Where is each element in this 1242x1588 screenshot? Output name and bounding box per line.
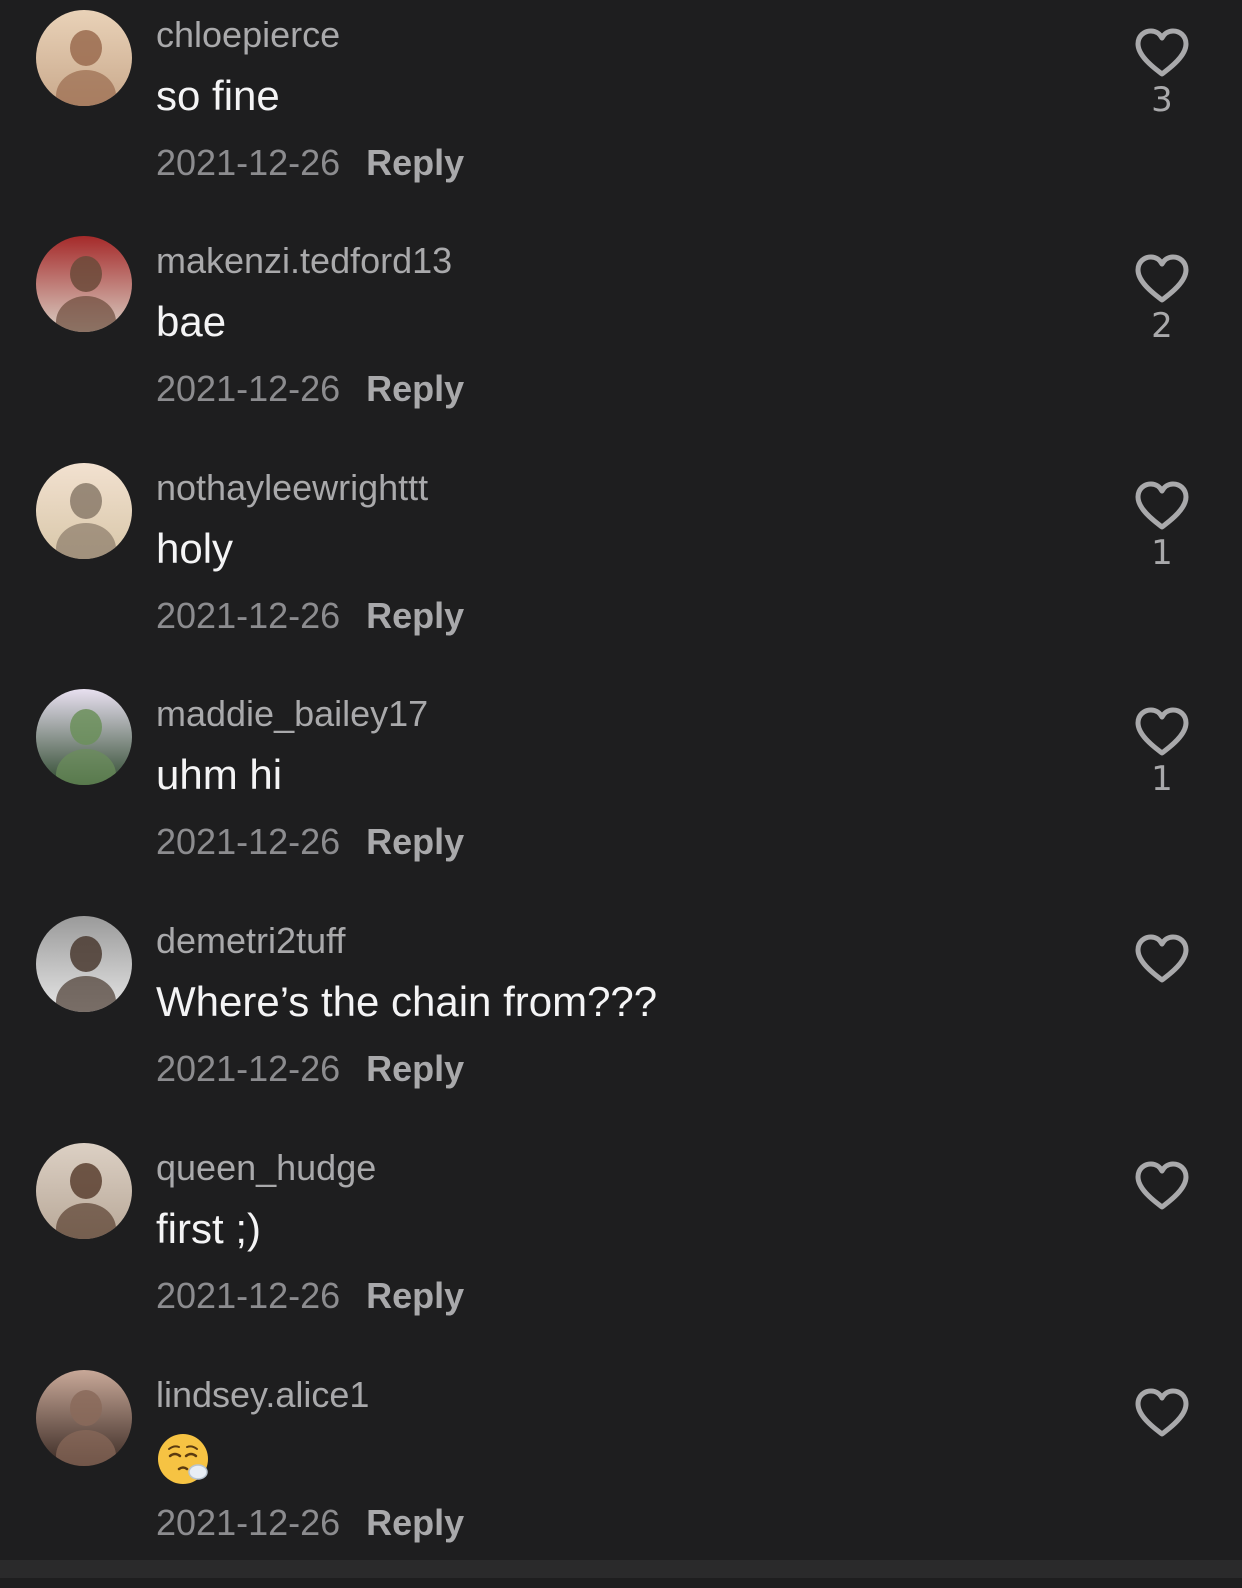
avatar[interactable] <box>36 10 132 106</box>
comment-meta: 2021-12-26 Reply <box>156 368 464 410</box>
comment-meta: 2021-12-26 Reply <box>156 1502 464 1544</box>
reply-button[interactable]: Reply <box>366 368 464 409</box>
comment-text: bae <box>156 298 227 345</box>
like-count: 2 <box>1151 306 1173 346</box>
comment-meta: 2021-12-26 Reply <box>156 821 464 863</box>
comment-date: 2021-12-26 <box>156 1048 341 1089</box>
heart-outline-icon <box>1130 254 1194 304</box>
comment-date: 2021-12-26 <box>156 1502 341 1543</box>
avatar[interactable] <box>36 1143 132 1239</box>
comment-date: 2021-12-26 <box>156 821 341 862</box>
comment-text: holy <box>156 525 234 572</box>
comment-meta: 2021-12-26 Reply <box>156 142 464 184</box>
like-button[interactable] <box>1130 934 1194 986</box>
relieved-face-emoji <box>156 1432 210 1486</box>
comment-username[interactable]: queen_hudge <box>156 1147 376 1189</box>
avatar[interactable] <box>36 236 132 332</box>
avatar[interactable] <box>36 689 132 785</box>
comment-date: 2021-12-26 <box>156 595 341 636</box>
comment-item: makenzi.tedford13 bae 2021-12-26 Reply 2 <box>0 226 1242 454</box>
like-count: 1 <box>1151 533 1173 573</box>
comment-item: lindsey.alice1 2021-12-26 Reply <box>0 1360 1242 1588</box>
comment-meta: 2021-12-26 Reply <box>156 1048 464 1090</box>
comment-username[interactable]: lindsey.alice1 <box>156 1374 369 1416</box>
avatar[interactable] <box>36 916 132 1012</box>
reply-button[interactable]: Reply <box>366 1275 464 1316</box>
comment-text: Where’s the chain from??? <box>156 978 658 1025</box>
like-count: 3 <box>1151 80 1173 120</box>
comment-meta: 2021-12-26 Reply <box>156 595 464 637</box>
heart-outline-icon <box>1130 934 1194 984</box>
heart-outline-icon <box>1130 481 1194 531</box>
bottom-bar <box>0 1560 1242 1578</box>
comment-username[interactable]: maddie_bailey17 <box>156 693 428 735</box>
reply-button[interactable]: Reply <box>366 595 464 636</box>
comment-item: queen_hudge first ;) 2021-12-26 Reply <box>0 1133 1242 1361</box>
reply-button[interactable]: Reply <box>366 1502 464 1543</box>
like-button[interactable]: 1 <box>1130 707 1194 799</box>
comment-item: chloepierce so fine 2021-12-26 Reply 3 <box>0 0 1242 228</box>
avatar[interactable] <box>36 463 132 559</box>
comment-username[interactable]: nothayleewrighttt <box>156 467 428 509</box>
avatar[interactable] <box>36 1370 132 1466</box>
like-button[interactable]: 1 <box>1130 481 1194 573</box>
like-button[interactable]: 3 <box>1130 28 1194 120</box>
comment-text <box>156 1432 210 1496</box>
reply-button[interactable]: Reply <box>366 1048 464 1089</box>
like-button[interactable] <box>1130 1161 1194 1213</box>
comment-username[interactable]: demetri2tuff <box>156 920 345 962</box>
comment-date: 2021-12-26 <box>156 1275 341 1316</box>
comment-meta: 2021-12-26 Reply <box>156 1275 464 1317</box>
comment-item: demetri2tuff Where’s the chain from??? 2… <box>0 906 1242 1134</box>
like-button[interactable] <box>1130 1388 1194 1440</box>
comment-text: uhm hi <box>156 751 283 798</box>
heart-outline-icon <box>1130 1161 1194 1211</box>
comment-text: so fine <box>156 72 280 119</box>
heart-outline-icon <box>1130 28 1194 78</box>
reply-button[interactable]: Reply <box>366 821 464 862</box>
comment-date: 2021-12-26 <box>156 142 341 183</box>
like-count: 1 <box>1151 759 1173 799</box>
heart-outline-icon <box>1130 707 1194 757</box>
comment-item: maddie_bailey17 uhm hi 2021-12-26 Reply 1 <box>0 679 1242 907</box>
comment-date: 2021-12-26 <box>156 368 341 409</box>
reply-button[interactable]: Reply <box>366 142 464 183</box>
comment-text: first ;) <box>156 1205 261 1252</box>
heart-outline-icon <box>1130 1388 1194 1438</box>
comment-username[interactable]: makenzi.tedford13 <box>156 240 452 282</box>
like-button[interactable]: 2 <box>1130 254 1194 346</box>
comment-item: nothayleewrighttt holy 2021-12-26 Reply 1 <box>0 453 1242 681</box>
comment-username[interactable]: chloepierce <box>156 14 340 56</box>
